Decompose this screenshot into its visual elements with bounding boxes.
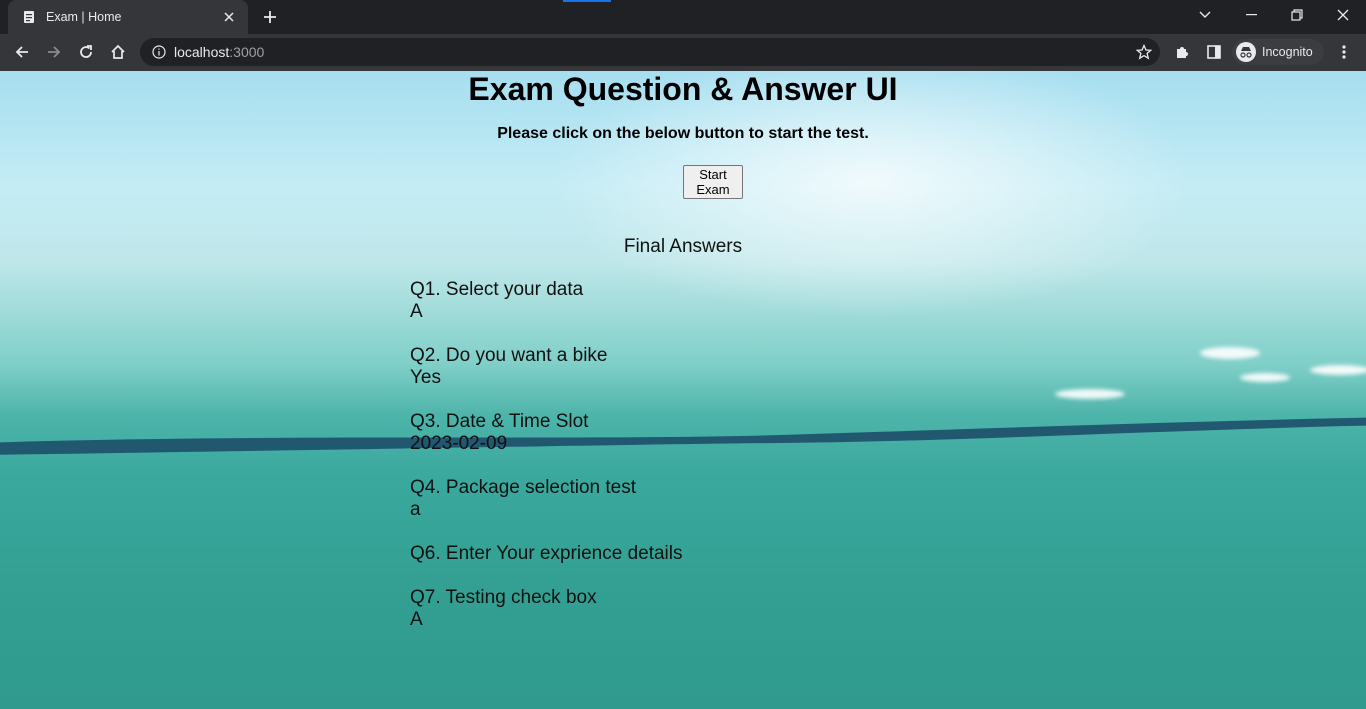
list-item: Q3. Date & Time Slot 2023-02-09 xyxy=(410,411,683,455)
extensions-icon[interactable] xyxy=(1168,38,1196,66)
close-window-icon[interactable] xyxy=(1320,0,1366,30)
page-favicon-icon xyxy=(22,10,36,24)
restore-icon[interactable] xyxy=(1274,0,1320,30)
answer-text: A xyxy=(410,301,423,322)
forward-icon[interactable] xyxy=(40,38,68,66)
question-text: Q2. Do you want a bike xyxy=(410,345,608,366)
answers-list: Q1. Select your data A Q2. Do you want a… xyxy=(410,279,683,653)
list-item: Q2. Do you want a bike Yes xyxy=(410,345,683,389)
minimize-icon[interactable] xyxy=(1228,0,1274,30)
incognito-profile-button[interactable]: Incognito xyxy=(1232,39,1324,65)
close-icon[interactable] xyxy=(220,8,238,26)
answer-text: A xyxy=(410,609,423,630)
url-host: localhost xyxy=(174,44,230,60)
question-text: Q1. Select your data xyxy=(410,279,584,300)
light-reflection xyxy=(1055,389,1125,399)
reload-icon[interactable] xyxy=(72,38,100,66)
list-item: Q7. Testing check box A xyxy=(410,587,683,631)
light-reflection xyxy=(1200,347,1260,359)
url-port: :3000 xyxy=(229,44,265,60)
tab-title: Exam | Home xyxy=(46,10,122,24)
page-viewport: Exam Question & Answer UI Please click o… xyxy=(0,71,1366,709)
menu-icon[interactable] xyxy=(1330,38,1358,66)
home-icon[interactable] xyxy=(104,38,132,66)
question-text: Q3. Date & Time Slot xyxy=(410,411,589,432)
page-title: Exam Question & Answer UI xyxy=(468,71,898,107)
list-item: Q6. Enter Your exprience details xyxy=(410,543,683,565)
list-item: Q1. Select your data A xyxy=(410,279,683,323)
question-text: Q7. Testing check box xyxy=(410,587,597,608)
light-reflection xyxy=(1240,373,1290,382)
answer-text: a xyxy=(410,499,421,520)
question-text: Q6. Enter Your exprience details xyxy=(410,543,683,564)
bookmark-star-icon[interactable] xyxy=(1135,43,1153,60)
new-tab-icon[interactable] xyxy=(258,6,282,28)
browser-tab[interactable]: Exam | Home xyxy=(8,0,248,34)
answer-text: Yes xyxy=(410,367,441,388)
back-icon[interactable] xyxy=(8,38,36,66)
side-panel-icon[interactable] xyxy=(1200,38,1228,66)
incognito-icon xyxy=(1236,42,1256,62)
water-surface-line xyxy=(0,417,1366,455)
final-answers-heading: Final Answers xyxy=(623,236,743,257)
tab-search-icon[interactable] xyxy=(1182,0,1228,30)
answer-text: 2023-02-09 xyxy=(410,433,508,454)
tab-indicator xyxy=(563,0,611,2)
site-info-icon[interactable] xyxy=(152,45,166,59)
list-item: Q4. Package selection test a xyxy=(410,477,683,521)
start-exam-button[interactable]: Start Exam xyxy=(683,165,743,199)
instruction-text: Please click on the below button to star… xyxy=(497,125,869,142)
tab-strip: Exam | Home xyxy=(0,0,1366,34)
browser-toolbar: localhost:3000 Incognito xyxy=(0,34,1366,71)
question-text: Q4. Package selection test xyxy=(410,477,637,498)
incognito-label: Incognito xyxy=(1262,45,1313,59)
light-reflection xyxy=(1310,365,1366,375)
address-bar[interactable]: localhost:3000 xyxy=(140,38,1160,66)
